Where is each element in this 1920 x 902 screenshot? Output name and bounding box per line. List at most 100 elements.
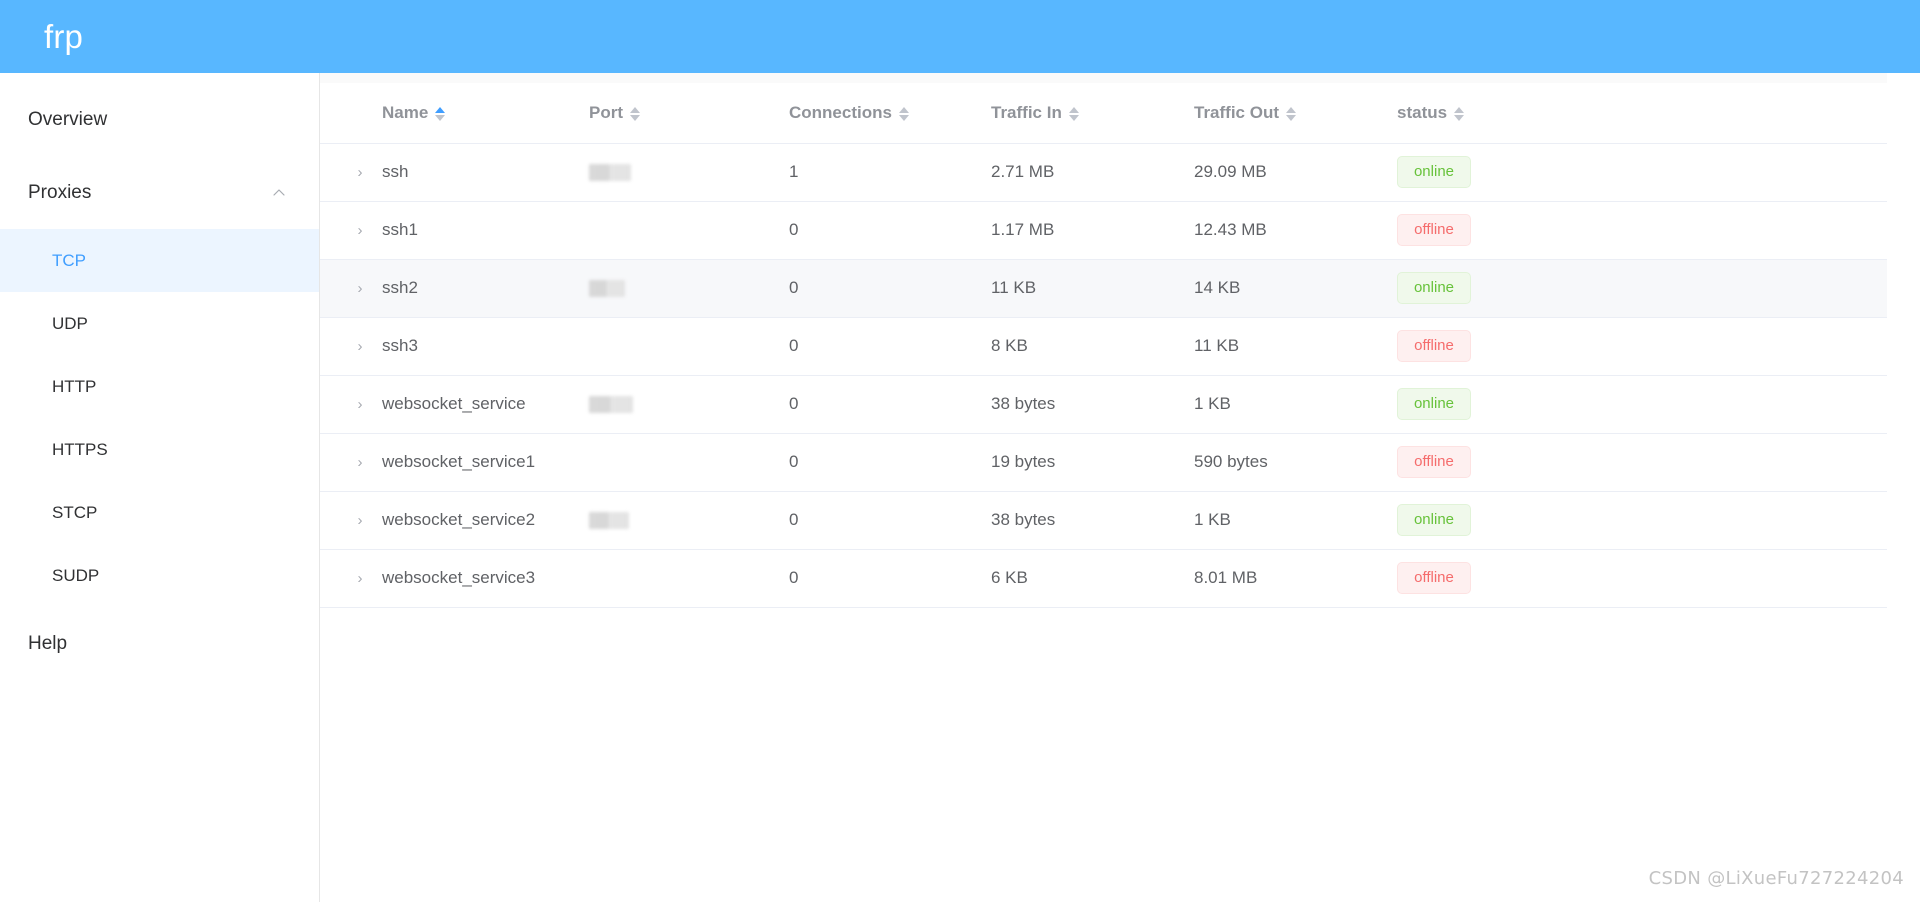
sidebar-sub-label-tcp: TCP bbox=[52, 250, 86, 270]
cell-traffic-out: 1 KB bbox=[1194, 491, 1397, 550]
sidebar-item-http[interactable]: HTTP bbox=[0, 355, 319, 418]
sidebar-group-proxies[interactable]: Proxies bbox=[0, 156, 319, 229]
chevron-right-icon[interactable]: › bbox=[358, 281, 363, 296]
proxy-table-card: Name Port Connections Traffic In Traffic… bbox=[320, 73, 1887, 608]
chevron-up-icon bbox=[271, 185, 287, 201]
table-row[interactable]: › websocket_service1 0 19 bytes 590 byte… bbox=[320, 433, 1887, 492]
table-header-label-name: Name bbox=[382, 102, 429, 122]
sidebar-sub-label-http: HTTP bbox=[52, 376, 97, 396]
status-badge: online bbox=[1397, 271, 1471, 305]
sidebar-item-overview[interactable]: Overview bbox=[0, 83, 319, 156]
cell-port bbox=[589, 201, 789, 260]
cell-connections: 0 bbox=[789, 433, 991, 492]
sort-icon-traffic-in[interactable] bbox=[1068, 106, 1079, 121]
sidebar-item-label-help: Help bbox=[28, 632, 68, 654]
cell-status: online bbox=[1397, 491, 1629, 550]
sort-icon-traffic-out[interactable] bbox=[1286, 106, 1297, 121]
cell-traffic-in: 38 bytes bbox=[991, 491, 1194, 550]
status-badge: online bbox=[1397, 387, 1471, 421]
cell-status: online bbox=[1397, 143, 1629, 202]
cell-status: online bbox=[1397, 375, 1629, 434]
row-expand-cell[interactable]: › bbox=[320, 491, 382, 550]
cell-port bbox=[589, 549, 789, 608]
chevron-right-icon[interactable]: › bbox=[358, 513, 363, 528]
table-header-name[interactable]: Name bbox=[382, 83, 589, 144]
cell-port bbox=[589, 317, 789, 376]
cell-status: offline bbox=[1397, 549, 1629, 608]
sort-icon-status[interactable] bbox=[1454, 106, 1465, 121]
sidebar-nav: Overview Proxies TCP UDP HTTP HTTPS STCP… bbox=[0, 73, 320, 902]
cell-connections: 0 bbox=[789, 491, 991, 550]
cell-connections: 0 bbox=[789, 259, 991, 318]
sort-icon-port[interactable] bbox=[630, 106, 640, 121]
cell-status: offline bbox=[1397, 433, 1629, 492]
cell-port bbox=[589, 143, 789, 202]
chevron-right-icon[interactable]: › bbox=[358, 455, 363, 470]
cell-port bbox=[589, 491, 789, 550]
sidebar-item-label-proxies: Proxies bbox=[28, 181, 92, 203]
chevron-right-icon[interactable]: › bbox=[358, 339, 363, 354]
table-row[interactable]: › websocket_service3 0 6 KB 8.01 MB offl… bbox=[320, 549, 1887, 608]
sidebar-item-tcp[interactable]: TCP bbox=[0, 229, 319, 292]
cell-name: websocket_service bbox=[382, 375, 589, 434]
row-expand-cell[interactable]: › bbox=[320, 143, 382, 202]
table-row[interactable]: › ssh2 0 11 KB 14 KB online bbox=[320, 259, 1887, 318]
redacted-port-value bbox=[589, 280, 625, 298]
table-header-row: Name Port Connections Traffic In Traffic… bbox=[320, 83, 1887, 144]
row-expand-cell[interactable]: › bbox=[320, 317, 382, 376]
chevron-right-icon[interactable]: › bbox=[358, 223, 363, 238]
cell-traffic-out: 1 KB bbox=[1194, 375, 1397, 434]
sidebar-item-udp[interactable]: UDP bbox=[0, 292, 319, 355]
cell-port bbox=[589, 375, 789, 434]
sidebar-item-help[interactable]: Help bbox=[0, 607, 319, 680]
status-badge: offline bbox=[1397, 329, 1471, 363]
status-badge: offline bbox=[1397, 445, 1471, 479]
table-row[interactable]: › ssh 1 2.71 MB 29.09 MB online bbox=[320, 143, 1887, 202]
cell-trailing bbox=[1629, 201, 1887, 260]
sidebar-item-label-overview: Overview bbox=[28, 108, 108, 130]
chevron-right-icon[interactable]: › bbox=[358, 165, 363, 180]
cell-connections: 0 bbox=[789, 317, 991, 376]
main-content: Name Port Connections Traffic In Traffic… bbox=[320, 73, 1920, 902]
chevron-right-icon[interactable]: › bbox=[358, 571, 363, 586]
cell-traffic-out: 590 bytes bbox=[1194, 433, 1397, 492]
sort-icon-name[interactable] bbox=[435, 106, 446, 121]
table-row[interactable]: › ssh3 0 8 KB 11 KB offline bbox=[320, 317, 1887, 376]
sort-icon-connections[interactable] bbox=[898, 106, 909, 121]
row-expand-cell[interactable]: › bbox=[320, 375, 382, 434]
status-badge: offline bbox=[1397, 213, 1471, 247]
table-header-port[interactable]: Port bbox=[589, 83, 789, 144]
table-header-traffic-in[interactable]: Traffic In bbox=[991, 83, 1194, 144]
cell-traffic-in: 11 KB bbox=[991, 259, 1194, 318]
sidebar-item-stcp[interactable]: STCP bbox=[0, 481, 319, 544]
status-badge: online bbox=[1397, 503, 1471, 537]
sidebar-item-https[interactable]: HTTPS bbox=[0, 418, 319, 481]
row-expand-cell[interactable]: › bbox=[320, 433, 382, 492]
chevron-right-icon[interactable]: › bbox=[358, 397, 363, 412]
proxy-table: Name Port Connections Traffic In Traffic… bbox=[320, 73, 1887, 608]
cell-traffic-out: 11 KB bbox=[1194, 317, 1397, 376]
redacted-port-value bbox=[589, 396, 633, 414]
cell-name: ssh2 bbox=[382, 259, 589, 318]
table-row[interactable]: › websocket_service 0 38 bytes 1 KB onli… bbox=[320, 375, 1887, 434]
table-header-label-traffic-out: Traffic Out bbox=[1194, 102, 1280, 122]
cell-name: ssh3 bbox=[382, 317, 589, 376]
body-wrapper: Overview Proxies TCP UDP HTTP HTTPS STCP… bbox=[0, 73, 1920, 902]
cell-status: offline bbox=[1397, 201, 1629, 260]
table-header-status[interactable]: status bbox=[1397, 83, 1629, 144]
app-root: frp Overview Proxies TCP UDP HTTP HTTPS … bbox=[0, 0, 1920, 902]
cell-connections: 0 bbox=[789, 201, 991, 260]
app-brand-title: frp bbox=[44, 18, 84, 55]
table-row[interactable]: › ssh1 0 1.17 MB 12.43 MB offline bbox=[320, 201, 1887, 260]
cell-traffic-out: 14 KB bbox=[1194, 259, 1397, 318]
table-row[interactable]: › websocket_service2 0 38 bytes 1 KB onl… bbox=[320, 491, 1887, 550]
row-expand-cell[interactable]: › bbox=[320, 549, 382, 608]
sidebar-item-sudp[interactable]: SUDP bbox=[0, 544, 319, 607]
row-expand-cell[interactable]: › bbox=[320, 201, 382, 260]
cell-traffic-out: 8.01 MB bbox=[1194, 549, 1397, 608]
row-expand-cell[interactable]: › bbox=[320, 259, 382, 318]
table-header-traffic-out[interactable]: Traffic Out bbox=[1194, 83, 1397, 144]
table-header-label-port: Port bbox=[589, 102, 623, 122]
table-header-connections[interactable]: Connections bbox=[789, 83, 991, 144]
cell-name: ssh bbox=[382, 143, 589, 202]
